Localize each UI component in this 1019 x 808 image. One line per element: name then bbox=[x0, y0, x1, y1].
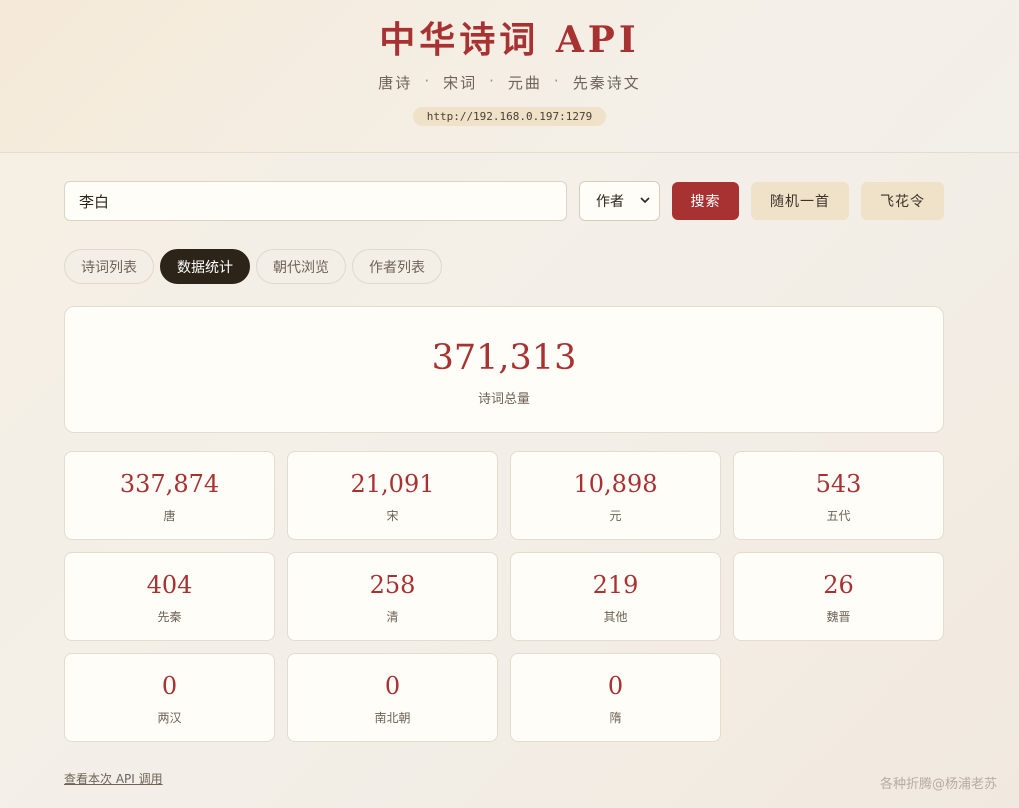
subtitle-separator: · bbox=[553, 72, 561, 90]
stat-card: 543 五代 bbox=[733, 451, 944, 540]
stat-label: 其他 bbox=[603, 610, 628, 624]
dynasty-stats-grid: 337,874 唐 21,091 宋 10,898 元 543 五代 404 先… bbox=[64, 451, 944, 742]
stat-value: 0 bbox=[607, 672, 624, 700]
stat-value: 0 bbox=[384, 672, 401, 700]
stat-value: 258 bbox=[369, 571, 416, 599]
stat-value: 219 bbox=[592, 571, 639, 599]
tab-dynasty-browse[interactable]: 朝代浏览 bbox=[256, 249, 346, 284]
stat-label: 先秦 bbox=[157, 610, 182, 624]
tab-author-list[interactable]: 作者列表 bbox=[352, 249, 442, 284]
stat-label: 五代 bbox=[826, 509, 851, 523]
stat-label: 南北朝 bbox=[374, 711, 411, 725]
stat-value: 404 bbox=[146, 571, 193, 599]
stat-value: 10,898 bbox=[573, 470, 658, 498]
search-button[interactable]: 搜索 bbox=[672, 182, 739, 220]
tab-statistics[interactable]: 数据统计 bbox=[160, 249, 250, 284]
stat-label: 隋 bbox=[609, 711, 622, 725]
watermark: 各种折腾@杨浦老苏 bbox=[879, 777, 997, 792]
stat-value: 21,091 bbox=[350, 470, 435, 498]
stat-label: 魏晋 bbox=[826, 610, 851, 624]
subtitle-yuan: 元曲 bbox=[507, 74, 542, 92]
view-api-call-link[interactable]: 查看本次 API 调用 bbox=[64, 770, 163, 787]
page-title: 中华诗词 API bbox=[379, 19, 640, 61]
stat-card: 0 两汉 bbox=[64, 653, 275, 742]
stat-value: 543 bbox=[815, 470, 862, 498]
subtitle: 唐诗 · 宋词 · 元曲 · 先秦诗文 bbox=[0, 72, 1019, 93]
tab-poem-list[interactable]: 诗词列表 bbox=[64, 249, 154, 284]
subtitle-separator: · bbox=[424, 72, 432, 90]
subtitle-separator: · bbox=[489, 72, 496, 90]
stat-card: 10,898 元 bbox=[510, 451, 721, 540]
random-poem-button[interactable]: 随机一首 bbox=[751, 182, 849, 220]
stat-card: 21,091 宋 bbox=[287, 451, 498, 540]
subtitle-tang: 唐诗 bbox=[378, 74, 413, 92]
stat-label: 清 bbox=[386, 610, 399, 624]
stat-label: 唐 bbox=[163, 509, 176, 523]
stat-label: 两汉 bbox=[157, 711, 182, 725]
stat-label: 宋 bbox=[386, 509, 399, 523]
api-url-badge: http://192.168.0.197:1279 bbox=[412, 107, 607, 126]
total-count-card: 371,313 诗词总量 bbox=[64, 306, 944, 433]
search-input[interactable] bbox=[64, 181, 567, 221]
subtitle-song: 宋词 bbox=[443, 74, 478, 92]
search-bar: 作者 搜索 随机一首 飞花令 bbox=[64, 181, 944, 221]
stat-card: 337,874 唐 bbox=[64, 451, 275, 540]
search-type-select[interactable]: 作者 bbox=[579, 181, 660, 221]
feihualing-button[interactable]: 飞花令 bbox=[861, 182, 944, 220]
stat-value: 337,874 bbox=[119, 470, 220, 498]
stat-card: 0 南北朝 bbox=[287, 653, 498, 742]
stat-card: 404 先秦 bbox=[64, 552, 275, 641]
subtitle-xianqin: 先秦诗文 bbox=[572, 74, 641, 92]
stat-label: 元 bbox=[609, 509, 622, 523]
stat-card: 258 清 bbox=[287, 552, 498, 641]
stat-value: 26 bbox=[823, 571, 854, 599]
stat-card: 219 其他 bbox=[510, 552, 721, 641]
stat-value: 0 bbox=[161, 672, 178, 700]
total-count-value: 371,313 bbox=[431, 338, 577, 378]
stat-card: 0 隋 bbox=[510, 653, 721, 742]
search-type-value: 作者 bbox=[596, 194, 624, 210]
chevron-down-icon bbox=[640, 197, 650, 204]
tab-bar: 诗词列表 数据统计 朝代浏览 作者列表 bbox=[64, 249, 442, 284]
page-header: 中华诗词 API 唐诗 · 宋词 · 元曲 · 先秦诗文 http://192.… bbox=[0, 0, 1019, 153]
total-count-label: 诗词总量 bbox=[477, 392, 530, 407]
stat-card: 26 魏晋 bbox=[733, 552, 944, 641]
